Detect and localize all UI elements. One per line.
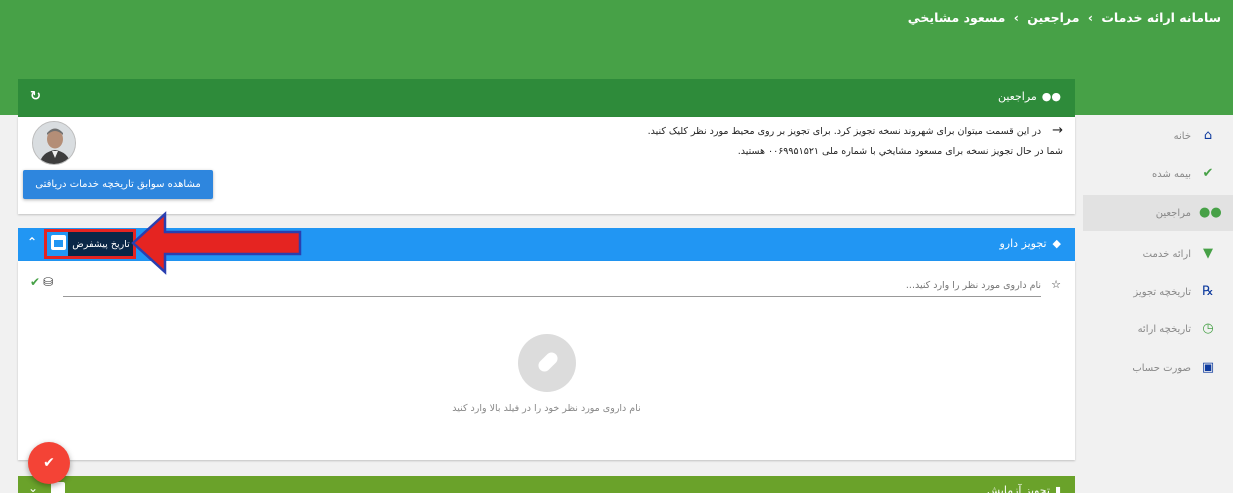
service-history-button[interactable]: مشاهده سوابق تاریخچه خدمات دریافتی [23,170,213,199]
flask-icon: ▮ [1054,484,1061,493]
patients-card-title: مراجعین ●● [998,90,1061,103]
sidebar-item-bill[interactable]: صورت حساب ▣ [1083,350,1233,386]
test-card-title: تجویز آزمایش ▮ [987,484,1061,493]
annotation-arrow [131,211,302,275]
annotation-highlight-box [44,229,136,259]
sidebar-item-label: تاریخچه ارائه [1137,323,1191,335]
pill-icon: ◆ [1052,237,1061,250]
avatar [32,121,76,165]
patients-card-body: → در این قسمت میتوان برای شهروند نسخه تج… [18,117,1075,214]
collapse-icon[interactable]: ⌃ [27,235,37,249]
sidebar-item-label: تاریخچه تجویز [1133,286,1191,298]
patients-card-header: مراجعین ●● ↻ [18,79,1075,117]
sidebar-item-label: خانه [1173,130,1191,142]
user-check-icon: ✔ [1202,166,1214,181]
drug-toolbar: ✔ ⛁ [30,275,53,289]
sidebar-item-patients[interactable]: مراجعین ●● [1083,195,1233,231]
breadcrumb-separator: › [1087,10,1093,25]
sidebar-item-label: مراجعین [1155,207,1191,219]
sidebar-item-label: بیمه شده [1152,168,1191,180]
drug-card-title: تجویز دارو ◆ [999,237,1061,250]
empty-state-message: نام داروی مورد نظر خود را در فیلد بالا و… [452,403,641,414]
arrow-right-icon: → [1052,123,1063,138]
info-line-1: → در این قسمت میتوان برای شهروند نسخه تج… [648,123,1063,138]
pill-placeholder-icon [518,334,576,392]
sidebar: خانه ⌂ بیمه شده ✔ مراجعین ●● ارائه خدمت … [1083,115,1233,493]
sidebar-item-insured[interactable]: بیمه شده ✔ [1083,156,1233,192]
test-card-header: تجویز آزمایش ▮ ⌄ [18,476,1075,493]
star-icon: ☆ [1051,278,1061,291]
basket-icon: ▼ [1203,246,1213,261]
refresh-icon[interactable]: ↻ [30,89,41,104]
rx-icon: ℞ [1202,284,1214,299]
users-icon: ●● [1199,205,1222,220]
sidebar-item-service-history[interactable]: تاریخچه ارائه ◷ [1083,311,1233,347]
breadcrumb-item-patient-name: مسعود مشایخي [907,10,1006,25]
cart-check-icon[interactable]: ✔ [30,275,40,289]
drug-card-title-text: تجویز دارو [999,237,1047,250]
check-icon: ✔ [43,455,55,471]
test-card-title-text: تجویز آزمایش [986,484,1050,493]
drug-card-body: ☆ ✔ ⛁ نام داروی مورد نظر خود را در فیلد … [18,261,1075,460]
breadcrumb-item-patients[interactable]: مراجعین [1027,10,1079,25]
users-icon: ●● [1041,90,1061,103]
info-line-2: شما در حال تجویز نسخه برای مسعود مشایخي … [737,146,1063,157]
sidebar-item-label: صورت حساب [1132,362,1191,374]
calendar-icon[interactable] [51,482,65,493]
info-line-1-text: در این قسمت میتوان برای شهروند نسخه تجوی… [647,126,1042,137]
sidebar-item-prescription-history[interactable]: تاریخچه تجویز ℞ [1083,274,1233,310]
drug-search-input[interactable] [63,275,1041,297]
breadcrumb: سامانه ارائه خدمات › مراجعین › مسعود مشا… [906,10,1223,25]
home-icon: ⌂ [1203,128,1213,143]
history-icon: ◷ [1202,321,1214,336]
database-search-icon[interactable]: ⛁ [43,275,53,289]
breadcrumb-item-system[interactable]: سامانه ارائه خدمات [1101,10,1221,25]
expand-icon[interactable]: ⌄ [28,481,38,493]
bill-icon: ▣ [1201,360,1215,375]
confirm-fab-button[interactable]: ✔ [28,442,70,484]
sidebar-item-home[interactable]: خانه ⌂ [1083,118,1233,154]
sidebar-item-service[interactable]: ارائه خدمت ▼ [1083,236,1233,272]
sidebar-item-label: ارائه خدمت [1142,248,1191,260]
app-root: سامانه ارائه خدمات › مراجعین › مسعود مشا… [0,0,1233,493]
breadcrumb-separator: › [1013,10,1019,25]
patients-card-title-text: مراجعین [997,90,1037,103]
